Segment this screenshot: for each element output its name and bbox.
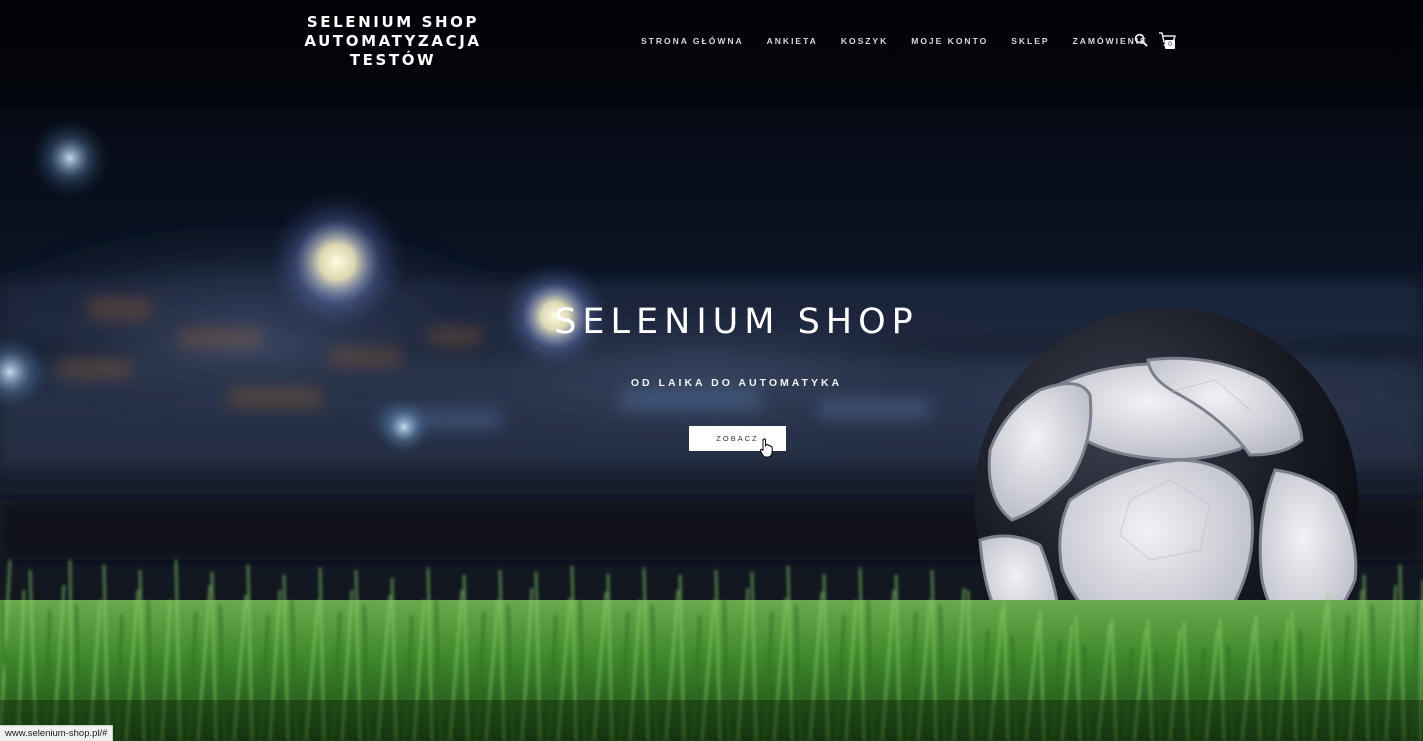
nav-item-shop[interactable]: SKLEP <box>1011 36 1049 46</box>
page: SELENIUM SHOP AUTOMATYZACJA TESTÓW STRON… <box>0 0 1423 741</box>
cart-count-badge: 0 <box>1165 40 1175 49</box>
site-title-line: AUTOMATYZACJA <box>304 32 482 50</box>
site-header: SELENIUM SHOP AUTOMATYZACJA TESTÓW STRON… <box>0 0 1423 80</box>
nav-item-cart[interactable]: KOSZYK <box>841 36 888 46</box>
site-title-link[interactable]: SELENIUM SHOP AUTOMATYZACJA TESTÓW <box>292 13 494 70</box>
browser-status-url: www.selenium-shop.pl/# <box>0 725 114 741</box>
nav-item-home[interactable]: STRONA GŁÓWNA <box>641 36 744 46</box>
main-nav: STRONA GŁÓWNA ANKIETA KOSZYK MOJE KONTO … <box>641 35 1148 47</box>
hero-background-image <box>0 0 1423 741</box>
hero-subtitle: OD LAIKA DO AUTOMATYKA <box>630 377 843 389</box>
site-title-line: SELENIUM SHOP <box>306 13 480 31</box>
see-more-button[interactable]: ZOBACZ <box>689 426 786 451</box>
hero-title: SELENIUM SHOP <box>554 302 919 342</box>
nav-item-survey[interactable]: ANKIETA <box>767 36 818 46</box>
search-icon[interactable] <box>1134 33 1148 47</box>
nav-item-account[interactable]: MOJE KONTO <box>911 36 988 46</box>
site-title-line: TESTÓW <box>349 51 437 69</box>
